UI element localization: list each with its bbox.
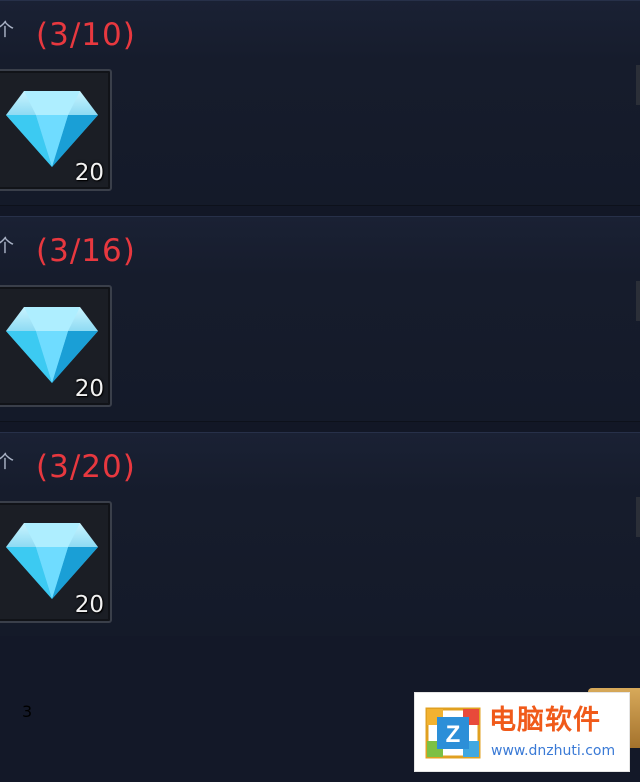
watermark-url: www.dnzhuti.com: [491, 743, 616, 759]
diamond-icon: [6, 523, 98, 599]
footer-count: 3: [22, 702, 33, 721]
achievement-row: 个 (3/10) 20: [0, 0, 640, 206]
achievement-row: 个 (3/20) 20: [0, 432, 640, 638]
watermark: Z 电脑软件 www.dnzhuti.com: [414, 692, 630, 772]
reward-quantity: 20: [74, 592, 104, 618]
achievement-row: 个 (3/16) 20: [0, 216, 640, 422]
watermark-title: 电脑软件: [489, 705, 601, 736]
progress-counter: (3/10): [36, 17, 136, 53]
truncated-title-icon: 个: [0, 20, 14, 41]
edge-button-fragment[interactable]: [636, 497, 640, 537]
reward-slot[interactable]: 20: [0, 501, 112, 623]
diamond-icon: [6, 307, 98, 383]
site-logo-icon: Z: [425, 707, 481, 759]
reward-slot[interactable]: 20: [0, 69, 112, 191]
truncated-title-icon: 个: [0, 452, 14, 473]
progress-counter: (3/16): [36, 233, 136, 269]
reward-quantity: 20: [74, 160, 104, 186]
reward-slot[interactable]: 20: [0, 285, 112, 407]
edge-button-fragment[interactable]: [636, 65, 640, 105]
diamond-icon: [6, 91, 98, 167]
truncated-title-icon: 个: [0, 236, 14, 257]
progress-counter: (3/20): [36, 449, 136, 485]
edge-button-fragment[interactable]: [636, 281, 640, 321]
logo-letter: Z: [446, 721, 461, 748]
reward-quantity: 20: [74, 376, 104, 402]
